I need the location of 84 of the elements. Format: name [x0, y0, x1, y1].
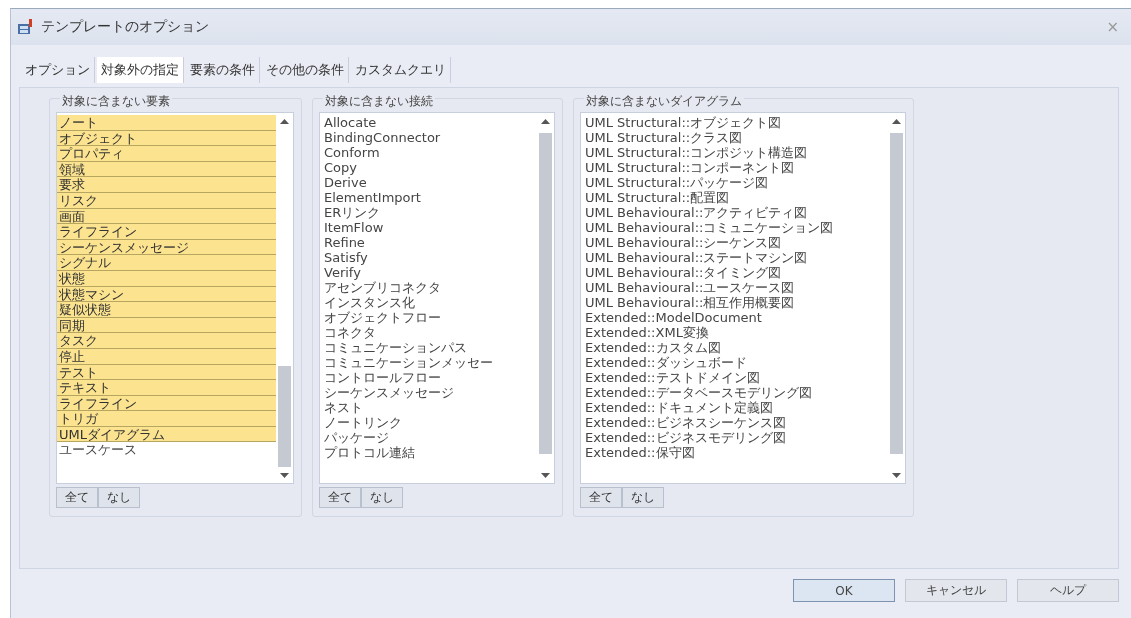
scroll-up-icon[interactable] [892, 118, 901, 124]
list-item[interactable]: ノート [57, 115, 276, 131]
select-button[interactable]: なし [622, 487, 664, 508]
list-item[interactable]: Verify [320, 265, 537, 280]
list-item[interactable]: 要求 [57, 177, 276, 193]
list-item[interactable]: プロトコル連結 [320, 445, 537, 460]
list-item[interactable]: ElementImport [320, 190, 537, 205]
list-item[interactable]: コミュニケーションメッセー [320, 355, 537, 370]
list-item[interactable]: アセンブリコネクタ [320, 280, 537, 295]
list-item[interactable]: Extended::XML変換 [581, 325, 888, 340]
list-item[interactable]: Extended::ダッシュボード [581, 355, 888, 370]
list-item[interactable]: タスク [57, 333, 276, 349]
list-item[interactable]: UML Behavioural::タイミング図 [581, 265, 888, 280]
group-title: 対象に含まないダイアグラム [584, 93, 744, 110]
list-item[interactable]: Extended::テストドメイン図 [581, 370, 888, 385]
list-item[interactable]: UML Behavioural::ユースケース図 [581, 280, 888, 295]
scroll-up-icon[interactable] [280, 118, 289, 124]
list-item[interactable]: コントロールフロー [320, 370, 537, 385]
list-item[interactable]: Conform [320, 145, 537, 160]
list-item[interactable]: シーケンスメッセージ [320, 385, 537, 400]
list-item[interactable]: トリガ [57, 411, 276, 427]
list-item[interactable]: UML Behavioural::アクティビティ図 [581, 205, 888, 220]
list-item[interactable]: UML Structural::クラス図 [581, 130, 888, 145]
select-button[interactable]: 全て [56, 487, 98, 508]
scroll-down-icon[interactable] [541, 472, 550, 478]
scroll-down-icon[interactable] [280, 472, 289, 478]
list-item[interactable]: Extended::ビジネスシーケンス図 [581, 415, 888, 430]
window-title: テンプレートのオプション [41, 18, 210, 36]
select-button[interactable]: 全て [319, 487, 361, 508]
tab[interactable]: その他の条件 [262, 57, 349, 83]
group-title: 対象に含まない要素 [60, 93, 172, 110]
scrollbar-thumb[interactable] [539, 133, 552, 455]
dialog-button[interactable]: OK [793, 579, 895, 602]
app-icon [17, 18, 35, 36]
group-title: 対象に含まない接続 [323, 93, 435, 110]
list-item[interactable]: ERリンク [320, 205, 537, 220]
list-item[interactable]: パッケージ [320, 430, 537, 445]
list-item[interactable]: Derive [320, 175, 537, 190]
list-item[interactable]: Extended::カスタム図 [581, 340, 888, 355]
list-item[interactable]: ライフライン [57, 224, 276, 240]
list-item[interactable]: Satisfy [320, 250, 537, 265]
dialog-button[interactable]: キャンセル [905, 579, 1007, 602]
select-button[interactable]: 全て [580, 487, 622, 508]
list-item[interactable]: Extended::ドキュメント定義図 [581, 400, 888, 415]
tab[interactable]: カスタムクエリ [351, 57, 451, 83]
list-item[interactable]: インスタンス化 [320, 295, 537, 310]
scrollbar-thumb[interactable] [890, 133, 903, 455]
list-item[interactable]: ユースケース [57, 442, 276, 458]
list-item[interactable]: UML Behavioural::ステートマシン図 [581, 250, 888, 265]
scrollbar-thumb[interactable] [278, 365, 291, 467]
scroll-up-icon[interactable] [541, 118, 550, 124]
list-item[interactable]: Extended::保守図 [581, 445, 888, 460]
list-item[interactable]: UML Structural::配置図 [581, 190, 888, 205]
list-item[interactable]: 疑似状態 [57, 302, 276, 318]
list-item[interactable]: シグナル [57, 255, 276, 271]
list-item[interactable]: Allocate [320, 115, 537, 130]
list-item[interactable]: UML Structural::コンポジット構造図 [581, 145, 888, 160]
list-item[interactable]: UML Behavioural::相互作用概要図 [581, 295, 888, 310]
list-item[interactable]: コミュニケーションパス [320, 340, 537, 355]
list-item[interactable]: Extended::データベースモデリング図 [581, 385, 888, 400]
dialog-button[interactable]: ヘルプ [1017, 579, 1119, 602]
list-item[interactable]: ノートリンク [320, 415, 537, 430]
list-item[interactable]: テキスト [57, 380, 276, 396]
tab[interactable]: オプション [21, 57, 95, 83]
list-item[interactable]: プロパティ [57, 146, 276, 162]
list-item[interactable]: UML Structural::オブジェクト図 [581, 115, 888, 130]
list-item[interactable]: UML Behavioural::シーケンス図 [581, 235, 888, 250]
list-item[interactable]: Extended::ビジネスモデリング図 [581, 430, 888, 445]
select-button[interactable]: なし [98, 487, 140, 508]
list-item[interactable]: Refine [320, 235, 537, 250]
list-item[interactable]: UML Behavioural::コミュニケーション図 [581, 220, 888, 235]
list-item[interactable]: Extended::ModelDocument [581, 310, 888, 325]
list-item[interactable]: コネクタ [320, 325, 537, 340]
list-item[interactable]: ネスト [320, 400, 537, 415]
tab[interactable]: 要素の条件 [186, 57, 260, 83]
list-item[interactable]: BindingConnector [320, 130, 537, 145]
select-button[interactable]: なし [361, 487, 403, 508]
scroll-down-icon[interactable] [892, 472, 901, 478]
list-item[interactable]: ItemFlow [320, 220, 537, 235]
list-item[interactable]: UML Structural::コンポーネント図 [581, 160, 888, 175]
list-item[interactable]: Copy [320, 160, 537, 175]
list-item[interactable]: オブジェクトフロー [320, 310, 537, 325]
list-item[interactable]: UML Structural::パッケージ図 [581, 175, 888, 190]
tab[interactable]: 対象外の指定 [97, 57, 184, 83]
